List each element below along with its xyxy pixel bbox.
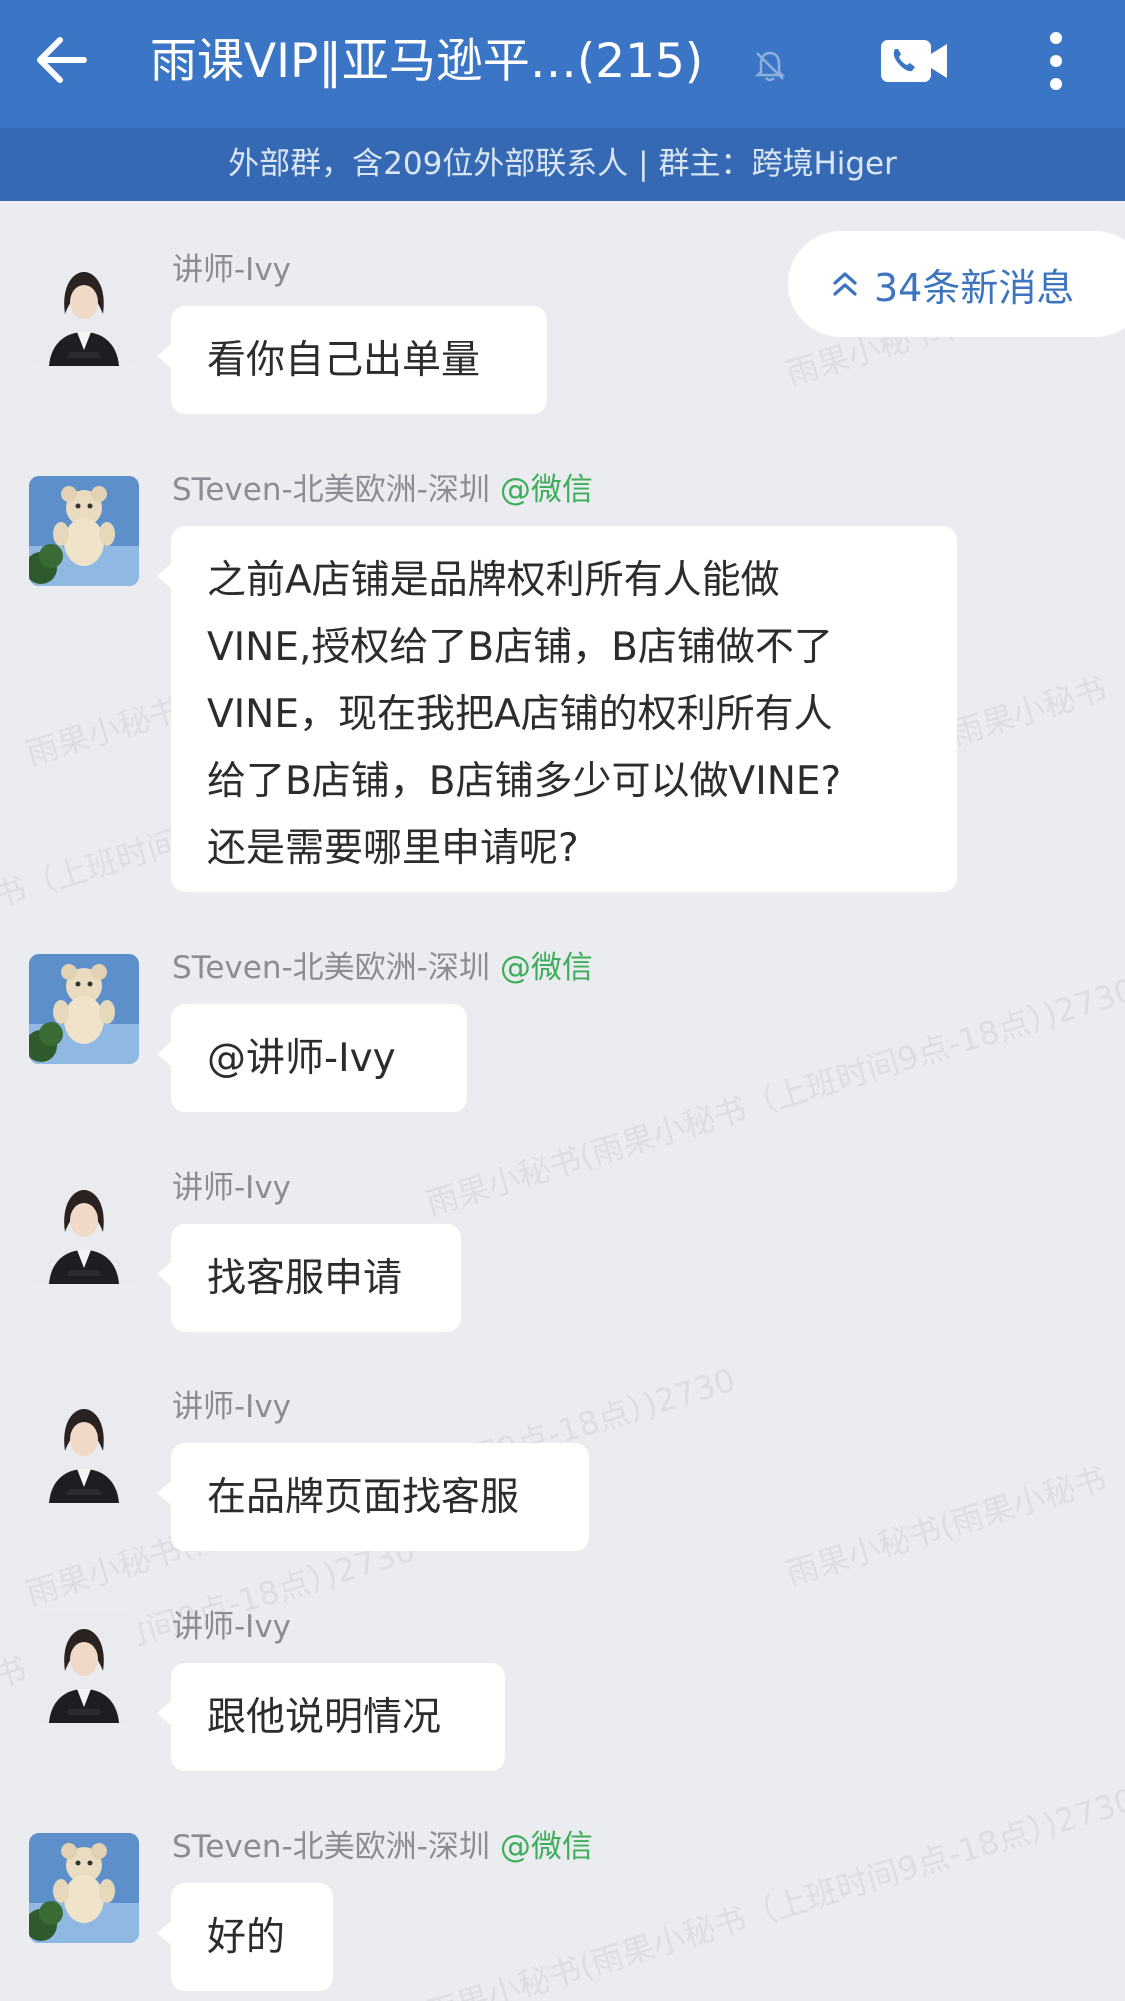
avatar-ivy[interactable] [29, 1613, 139, 1723]
sender-name: 讲师-Ivy [172, 252, 292, 288]
sender-name: STeven-北美欧洲-深圳 @微信 [172, 472, 593, 508]
message-line: VINE，现在我把A店铺的权利所有人 [207, 692, 833, 737]
message-text: 跟他说明情况 [207, 1695, 442, 1740]
avatar-ivy[interactable] [29, 1393, 139, 1503]
new-messages-label: 34条新消息 [874, 265, 1075, 310]
chat-title[interactable]: 雨课VIP‖亚马逊平…(215) [150, 30, 750, 94]
message-bubble[interactable]: 跟他说明情况 [157, 1663, 505, 1771]
sender-name: STeven-北美欧洲-深圳 @微信 [172, 1829, 593, 1865]
message-bubble[interactable]: 看你自己出单量 [157, 306, 547, 414]
message-text: 在品牌页面找客服 [207, 1475, 520, 1520]
group-info-bar[interactable]: 外部群，含209位外部联系人 | 群主：跨境Higer [0, 128, 1125, 201]
message-line: 给了B店铺，B店铺多少可以做VINE? [207, 759, 842, 804]
watermark-text: 雨果小秘书(雨果小秘书（上班时间9点-18点）)2730 [781, 1340, 1125, 1594]
sender-name: 讲师-Ivy [172, 1389, 292, 1425]
sender-name: STeven-北美欧洲-深圳 @微信 [172, 950, 593, 986]
message-bubble[interactable]: @讲师-Ivy [157, 1004, 467, 1112]
sender-name: 讲师-Ivy [172, 1609, 292, 1645]
double-chevron-up-icon [833, 272, 857, 296]
chat-header: 雨课VIP‖亚马逊平…(215) [0, 0, 1125, 128]
new-messages-button[interactable]: 34条新消息 [788, 231, 1125, 337]
watermark-text: 雨果小秘书(雨果小秘书（上班时间9点-18点）)2730 [421, 970, 1125, 1224]
avatar-ivy[interactable] [29, 1174, 139, 1284]
avatar-steven[interactable] [29, 954, 139, 1064]
message-text: 找客服申请 [207, 1256, 403, 1301]
video-phone-icon [881, 40, 947, 82]
video-call-button[interactable] [878, 30, 950, 92]
arrow-left-icon [37, 37, 87, 83]
mute-bell-icon [752, 48, 788, 84]
back-button[interactable] [26, 24, 98, 96]
message-text: @讲师-Ivy [207, 1036, 396, 1081]
message-text: 好的 [207, 1915, 286, 1960]
chat-screen: 雨果小秘书(雨果小秘书（上班时间9点-18点）)2730 雨果小秘书(雨果小秘书… [0, 0, 1125, 2001]
message-line: 之前A店铺是品牌权利所有人能做 [207, 558, 780, 603]
avatar-steven[interactable] [29, 1833, 139, 1943]
message-bubble[interactable]: 在品牌页面找客服 [157, 1443, 589, 1551]
message-text: 看你自己出单量 [207, 338, 481, 383]
avatar-ivy[interactable] [29, 256, 139, 366]
message-line: VINE,授权给了B店铺，B店铺做不了 [207, 625, 833, 670]
message-bubble[interactable]: 找客服申请 [157, 1224, 461, 1332]
message-line: 还是需要哪里申请呢? [207, 826, 579, 871]
avatar-steven[interactable] [29, 476, 139, 586]
message-bubble[interactable]: 之前A店铺是品牌权利所有人能做 VINE,授权给了B店铺，B店铺做不了 VINE… [157, 526, 957, 892]
message-bubble[interactable]: 好的 [157, 1883, 333, 1991]
more-options-button[interactable] [1026, 28, 1086, 94]
watermark-text: 雨果小秘书(雨果小秘书（上班时间9点-18点）)2730 [421, 1780, 1125, 2001]
sender-name: 讲师-Ivy [172, 1170, 292, 1206]
more-vertical-icon [1050, 32, 1062, 90]
